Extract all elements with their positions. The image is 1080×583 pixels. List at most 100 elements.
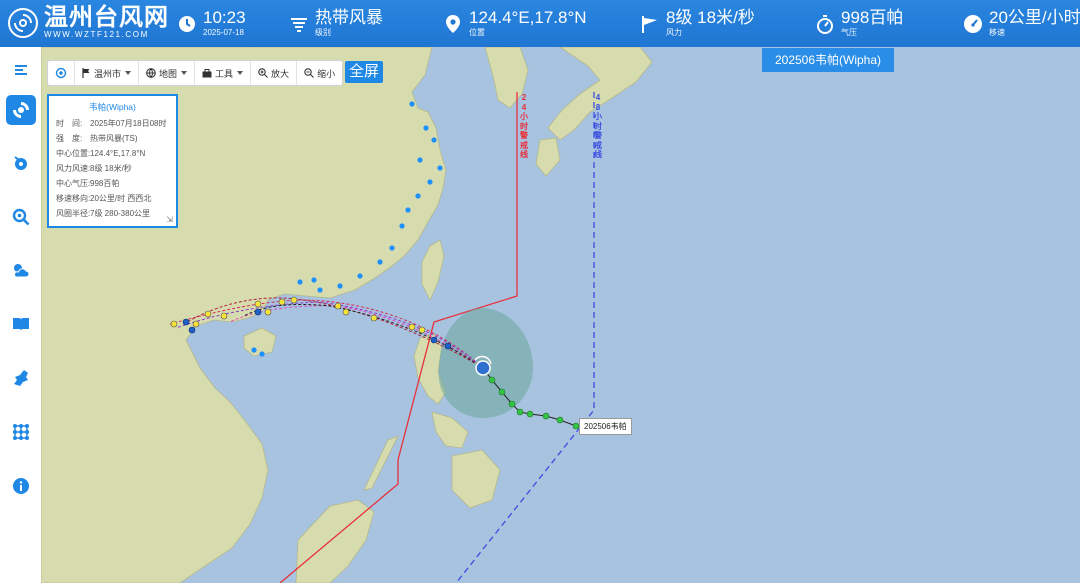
region-map-icon — [14, 370, 28, 386]
sidebar-item-typhoon-path[interactable] — [6, 148, 36, 178]
info-row: 中心气压: 998百帕 — [49, 176, 176, 191]
map-toolbar: 温州市 地图 工具 放大 缩小 — [47, 60, 344, 86]
globe-icon — [146, 68, 156, 78]
pressure-value: 998百帕 — [841, 8, 904, 27]
station-point[interactable] — [377, 259, 383, 265]
map-layer-dropdown[interactable]: 地图 — [139, 61, 196, 85]
station-point[interactable] — [357, 273, 363, 279]
location-pin-icon — [446, 15, 460, 33]
city-dropdown[interactable]: 温州市 — [75, 61, 140, 85]
speed-value: 20公里/小时 — [989, 8, 1080, 27]
station-point[interactable] — [399, 223, 405, 229]
info-key: 风圈半径: — [56, 209, 91, 218]
map-canvas[interactable] — [41, 47, 1080, 583]
zoom-in-button[interactable]: 放大 — [251, 61, 298, 85]
zoom-out-icon — [304, 68, 314, 78]
level-stat: 热带风暴 级别 — [289, 8, 383, 38]
station-point[interactable] — [409, 101, 415, 107]
grid-network-icon — [13, 424, 29, 440]
tools-dropdown[interactable]: 工具 — [195, 61, 252, 85]
forecast-point[interactable] — [408, 323, 416, 331]
forecast-point[interactable] — [192, 320, 200, 328]
station-point[interactable] — [251, 347, 257, 353]
sidebar-item-weather[interactable] — [6, 256, 36, 286]
info-value: 2025年07月18日08时 — [90, 119, 167, 128]
sidebar-item-typhoon[interactable] — [6, 95, 36, 125]
station-point[interactable] — [297, 279, 303, 285]
forecast-point[interactable] — [278, 298, 286, 306]
forecast-point[interactable] — [188, 326, 196, 334]
warning-48h-label: 48小时警戒线 — [594, 93, 602, 159]
forecast-point[interactable] — [430, 336, 438, 344]
info-value: 998百帕 — [90, 179, 120, 188]
forecast-point[interactable] — [342, 308, 350, 316]
sidebar-item-grid[interactable] — [6, 417, 36, 447]
forecast-point[interactable] — [334, 302, 342, 310]
track-point[interactable] — [526, 410, 534, 418]
forecast-point[interactable] — [444, 342, 452, 350]
station-point[interactable] — [431, 137, 437, 143]
info-key: 时 间: — [56, 119, 83, 128]
wind-flag-icon — [642, 16, 657, 33]
info-row: 中心位置: 124.4°E,17.8°N — [49, 146, 176, 161]
time-stat: 10:23 2025-07-18 — [177, 8, 246, 38]
forecast-point[interactable] — [370, 314, 378, 322]
track-point[interactable] — [542, 412, 550, 420]
station-point[interactable] — [389, 245, 395, 251]
station-point[interactable] — [417, 157, 423, 163]
track-point[interactable] — [488, 376, 496, 384]
station-point[interactable] — [427, 179, 433, 185]
forecast-point[interactable] — [170, 320, 178, 328]
storm-tab[interactable]: 202506韦帕(Wipha) — [762, 48, 894, 72]
target-icon — [55, 67, 67, 79]
logo-title: 温州台风网 — [44, 4, 169, 31]
station-point[interactable] — [337, 283, 343, 289]
info-row: 时 间: 2025年07月18日08时 — [49, 116, 176, 131]
locate-button[interactable] — [48, 61, 75, 85]
sidebar-item-search[interactable] — [6, 202, 36, 232]
fullscreen-button[interactable]: 全屏 — [345, 61, 384, 83]
list-icon — [15, 65, 27, 75]
forecast-point[interactable] — [182, 318, 190, 326]
station-point[interactable] — [423, 125, 429, 131]
track-point[interactable] — [556, 416, 564, 424]
pressure-gauge-icon — [817, 15, 833, 34]
city-label: 温州市 — [94, 68, 122, 79]
zoom-out-button[interactable]: 缩小 — [297, 61, 342, 85]
resize-handle-icon[interactable]: ⇲ — [166, 215, 173, 224]
sidebar-item-book[interactable] — [6, 309, 36, 339]
sidebar-item-info[interactable] — [6, 471, 36, 501]
typhoon-map[interactable]: 24小时警戒线 48小时警戒线 — [41, 47, 1080, 583]
forecast-point[interactable] — [264, 308, 272, 316]
track-point[interactable] — [498, 388, 506, 396]
weather-icon — [14, 264, 30, 278]
forecast-point[interactable] — [204, 310, 212, 318]
station-point[interactable] — [259, 351, 265, 357]
warning-24h-label: 24小时警戒线 — [520, 93, 528, 159]
station-point[interactable] — [415, 193, 421, 199]
station-point[interactable] — [317, 287, 323, 293]
site-logo[interactable]: 温州台风网 WWW.WZTF121.COM — [8, 6, 169, 40]
sidebar-item-region[interactable] — [6, 363, 36, 393]
track-point[interactable] — [508, 400, 516, 408]
tools-label: 工具 — [215, 68, 234, 79]
storm-name-label[interactable]: 202506韦帕 — [579, 418, 632, 435]
forecast-point[interactable] — [254, 300, 262, 308]
forecast-point[interactable] — [290, 296, 298, 304]
station-point[interactable] — [437, 165, 443, 171]
forecast-point[interactable] — [254, 308, 262, 316]
speed-label: 移速 — [989, 28, 1005, 37]
pressure-label: 气压 — [841, 28, 857, 37]
station-point[interactable] — [311, 277, 317, 283]
logo-subtitle: WWW.WZTF121.COM — [44, 30, 149, 39]
speed-stat: 20公里/小时 移速 — [963, 8, 1080, 38]
station-point[interactable] — [405, 207, 411, 213]
date-value: 2025-07-18 — [203, 28, 244, 37]
info-key: 风力风速: — [56, 164, 91, 173]
wind-value: 8级 18米/秒 — [666, 8, 755, 27]
sidebar-item-list[interactable] — [6, 56, 36, 86]
forecast-point[interactable] — [418, 326, 426, 334]
chevron-down-icon — [125, 71, 132, 75]
track-point[interactable] — [516, 408, 524, 416]
forecast-point[interactable] — [220, 312, 228, 320]
